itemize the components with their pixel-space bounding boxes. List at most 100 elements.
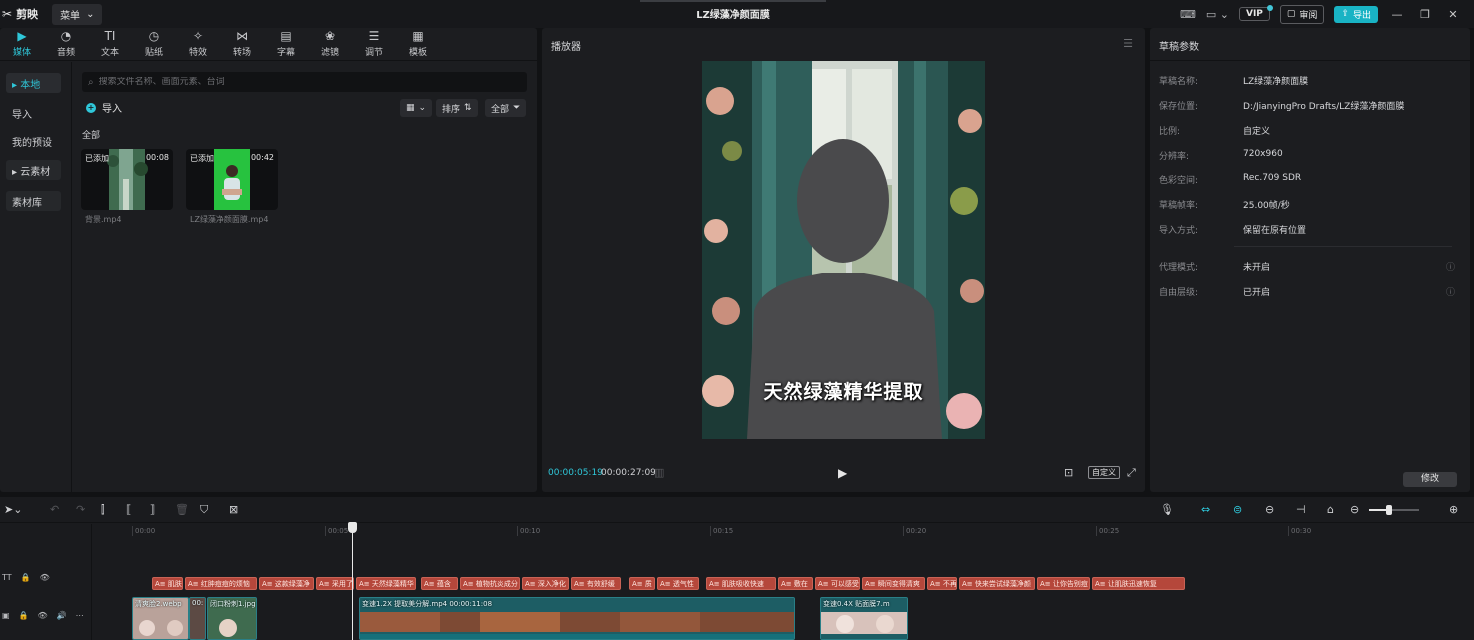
shield-icon[interactable]: ⛉ — [200, 503, 208, 517]
aspect-ratio-button[interactable]: 自定义 — [1088, 466, 1120, 479]
subtitle-clip[interactable]: A≡ 让你告别痘 — [1037, 577, 1090, 590]
help-icon[interactable]: ⓘ — [1446, 285, 1455, 298]
video-clip[interactable]: 清爽脸2.webp — [132, 597, 189, 640]
subtitle-clip[interactable]: A≡ 快来尝试绿藻净颜 — [959, 577, 1035, 590]
trim-right-icon[interactable]: ⟧ — [150, 503, 155, 516]
delete-icon[interactable]: 🗑 — [175, 503, 189, 516]
subtitle-clip[interactable]: A≡ 肌肤 — [152, 577, 183, 590]
video-clip[interactable]: 变速1.2X 提取美分解.mp4 00:00:11:08 — [359, 597, 795, 640]
subtitle-clip[interactable]: A≡ 红肿痘痘的烦恼 — [185, 577, 257, 590]
lock-icon[interactable]: 🔒 — [19, 611, 29, 620]
review-button[interactable]: ▢ 审阅 — [1279, 4, 1325, 24]
side-item-local[interactable]: ▸ 本地 — [6, 73, 61, 93]
import-button[interactable]: + 导入 — [86, 100, 122, 115]
speaker-icon[interactable]: 🔊 — [57, 611, 67, 620]
main-menu-button[interactable]: 菜单 ⌄ — [52, 3, 103, 25]
video-clip[interactable]: 闭口粉刺1.jpg — [207, 597, 257, 640]
param-value: Rec.709 SDR — [1243, 173, 1302, 183]
close-icon[interactable]: ✕ — [1444, 8, 1462, 21]
subtitle-clip[interactable]: A≡ 深入净化 — [522, 577, 569, 590]
modify-button[interactable]: 修改 — [1403, 472, 1457, 487]
keyboard-shortcut-icon[interactable]: ⌨ — [1180, 8, 1196, 21]
eye-icon[interactable]: 👁 — [38, 611, 48, 620]
tab-filters[interactable]: ❀ 滤镜 — [308, 28, 352, 60]
tab-text[interactable]: TI 文本 — [88, 28, 132, 60]
tab-media[interactable]: ▶ 媒体 — [0, 28, 44, 60]
tab-templates[interactable]: ▦ 模板 — [396, 28, 440, 60]
linkage-icon[interactable]: ⊖ — [1265, 503, 1274, 516]
tab-transitions[interactable]: ⋈ 转场 — [220, 28, 264, 60]
trim-left-icon[interactable]: ⟦ — [126, 503, 131, 516]
search-input[interactable] — [98, 77, 499, 87]
main-track-magnet-icon[interactable]: ⇔ — [1201, 503, 1210, 516]
more-icon[interactable]: ⋯ — [76, 611, 84, 620]
fit-screen-icon[interactable]: ⊡ — [1064, 466, 1073, 479]
subtitle-clip[interactable]: A≡ 植物抗炎成分 — [460, 577, 520, 590]
media-icon: ▶ — [17, 29, 27, 43]
media-item[interactable]: 已添加 00:08 — [81, 149, 173, 210]
split-icon[interactable]: ⫿ — [101, 503, 105, 517]
restore-icon[interactable]: ❐ — [1416, 8, 1434, 21]
subtitle-clip[interactable]: A≡ 瞬间变得清爽 — [862, 577, 925, 590]
subtitle-clip[interactable]: A≡ 这款绿藻净 — [259, 577, 314, 590]
subtitle-clip[interactable]: A≡ 透气性 — [657, 577, 699, 590]
subtitle-clip[interactable]: A≡ 天然绿藻精华 — [356, 577, 416, 590]
title-bar: ✂ 剪映 菜单 ⌄ LZ绿藻净颜面膜 ⌨ ▭ ⌄ VIP ▢ 审阅 ⇪ 导出 — ❐… — [0, 0, 1474, 28]
minimize-icon[interactable]: — — [1388, 8, 1406, 21]
zoom-in-icon[interactable]: ⊕ — [1449, 503, 1458, 516]
export-button[interactable]: ⇪ 导出 — [1334, 5, 1378, 23]
side-item-my-presets[interactable]: 我的预设 — [6, 131, 61, 151]
tab-captions[interactable]: ▤ 字幕 — [264, 28, 308, 60]
full-screen-preview-icon[interactable]: ⌂ — [1327, 503, 1334, 516]
media-item[interactable]: 已添加 00:42 — [186, 149, 278, 210]
select-cursor-icon[interactable]: ➤⌄ — [4, 503, 22, 516]
side-item-import[interactable]: 导入 — [6, 103, 61, 123]
subtitle-clip[interactable]: A≡ 不再 — [927, 577, 957, 590]
clip-label: 闭口粉刺1.jpg — [210, 600, 256, 608]
video-preview[interactable]: 天然绿藻精华提取 — [702, 61, 985, 439]
zoom-slider[interactable] — [1369, 509, 1419, 511]
sort-button[interactable]: 排序 ⇅ — [436, 99, 478, 117]
subtitle-clip[interactable]: A≡ 质 — [629, 577, 655, 590]
vip-badge[interactable]: VIP — [1238, 5, 1273, 21]
tab-adjust[interactable]: ☰ 调节 — [352, 28, 396, 60]
zoom-slider-handle[interactable] — [1386, 505, 1392, 515]
subtitle-clip[interactable]: A≡ 肌肤吸收快速 — [706, 577, 776, 590]
subtitle-clip[interactable]: A≡ 可以感受 — [815, 577, 860, 590]
cover-icon[interactable]: ▣ — [2, 611, 10, 620]
undo-icon[interactable]: ↶ — [50, 503, 59, 516]
preview-axis-icon[interactable]: ⊣ — [1296, 503, 1306, 516]
subtitle-clip[interactable]: A≡ 蕴含 — [421, 577, 458, 590]
side-item-cloud[interactable]: ▸ 云素材 — [6, 160, 61, 180]
view-mode-button[interactable]: ▦ ⌄ — [400, 99, 433, 117]
tab-effects[interactable]: ✧ 特效 — [176, 28, 220, 60]
side-item-library[interactable]: 素材库 — [6, 191, 61, 211]
tab-audio[interactable]: ◔ 音频 — [44, 28, 88, 60]
time-ruler[interactable]: 00:00 00:05 00:10 00:15 00:20 00:25 00:3… — [92, 524, 1474, 538]
video-clip[interactable]: 00: — [189, 597, 206, 640]
playhead-handle[interactable] — [348, 522, 357, 533]
subtitle-clip[interactable]: A≡ 有效舒缓 — [571, 577, 621, 590]
subtitle-clip[interactable]: A≡ 让肌肤迅速恢复 — [1092, 577, 1185, 590]
subtitle-clip[interactable]: A≡ 采用了 — [316, 577, 354, 590]
search-icon: ⌕ — [88, 76, 94, 88]
zoom-out-icon[interactable]: ⊖ — [1350, 503, 1359, 516]
filter-button[interactable]: 全部 ⏷ — [485, 99, 527, 117]
redo-icon[interactable]: ↷ — [76, 503, 85, 516]
fullscreen-icon[interactable]: ⤢ — [1127, 466, 1136, 480]
lock-icon[interactable]: 🔒 — [21, 573, 31, 582]
auto-snap-icon[interactable]: ⊜ — [1233, 503, 1242, 516]
tab-stickers[interactable]: ◷ 贴纸 — [132, 28, 176, 60]
audio-icon: ◔ — [60, 29, 72, 43]
video-clip[interactable]: 变速0.4X 贴面膜7.m — [820, 597, 908, 640]
microphone-icon[interactable]: 🎙 — [1160, 503, 1174, 516]
help-icon[interactable]: ⓘ — [1446, 260, 1455, 273]
media-search[interactable]: ⌕ — [82, 72, 527, 92]
playhead[interactable] — [352, 522, 353, 640]
eye-icon[interactable]: 👁 — [40, 573, 50, 582]
layout-icon[interactable]: ▭ ⌄ — [1206, 8, 1229, 21]
subtitle-clip[interactable]: A≡ 敷在 — [778, 577, 813, 590]
play-icon[interactable]: ▶ — [838, 466, 847, 480]
hamburger-menu-icon[interactable]: ☰ — [1123, 37, 1133, 50]
crop-icon[interactable]: ⊠ — [229, 503, 238, 516]
